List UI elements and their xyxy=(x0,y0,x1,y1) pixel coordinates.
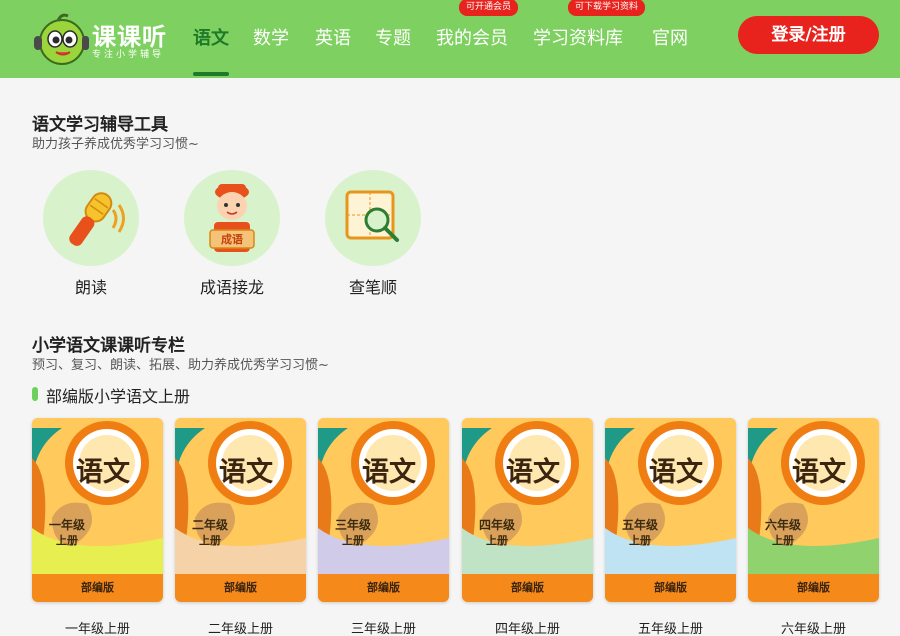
nav-math[interactable]: 数学 xyxy=(253,24,289,50)
book-title: 语文 xyxy=(362,457,416,488)
edition-heading: 部编版小学语文上册 xyxy=(46,387,191,406)
nav-membership[interactable]: 我的会员 xyxy=(436,24,508,50)
book-caption[interactable]: 五年级上册 xyxy=(605,618,736,636)
book-card[interactable]: 语文五年级上册部编版 xyxy=(605,418,736,602)
idiom-plaque-text: 成语 xyxy=(221,233,243,246)
book-caption[interactable]: 四年级上册 xyxy=(462,618,593,636)
idiom-kid-icon xyxy=(209,184,255,252)
book-edition: 部编版 xyxy=(32,574,163,602)
heading-accent-bar xyxy=(32,387,38,401)
book-edition: 部编版 xyxy=(462,574,593,602)
tool-label: 成语接龙 xyxy=(199,278,264,297)
microphone-icon xyxy=(69,192,125,246)
tool-label: 查笔顺 xyxy=(348,278,397,297)
nav-official-site[interactable]: 官网 xyxy=(652,24,688,50)
magnifier-character-icon xyxy=(345,190,399,242)
membership-badge: 可开通会员 xyxy=(459,0,519,16)
column-section-title: 小学语文课课听专栏 xyxy=(32,336,185,356)
nav-chinese[interactable]: 语文 xyxy=(193,24,229,50)
book-title: 语文 xyxy=(506,457,560,488)
tools-section-title: 语文学习辅导工具 xyxy=(32,115,168,135)
book-grade: 六年级 xyxy=(764,518,801,532)
book-volume: 上册 xyxy=(772,534,794,547)
book-caption[interactable]: 六年级上册 xyxy=(748,618,879,636)
tool-read-aloud[interactable]: 朗读 xyxy=(43,170,143,298)
nav-english[interactable]: 英语 xyxy=(315,24,351,50)
book-card[interactable]: 语文三年级上册部编版 xyxy=(318,418,449,602)
book-card[interactable]: 语文六年级上册部编版 xyxy=(748,418,879,602)
book-grade: 一年级 xyxy=(48,518,85,532)
book-volume: 上册 xyxy=(199,534,221,547)
active-tab-indicator xyxy=(193,72,229,76)
book-card[interactable]: 语文二年级上册部编版 xyxy=(175,418,306,602)
book-card[interactable]: 语文一年级上册部编版 xyxy=(32,418,163,602)
book-card[interactable]: 语文四年级上册部编版 xyxy=(462,418,593,602)
book-volume: 上册 xyxy=(629,534,651,547)
logo-tagline: 专注小学辅导 xyxy=(92,50,165,60)
tool-label: 朗读 xyxy=(74,278,107,297)
resource-badge: 可下载学习资料 xyxy=(568,0,646,16)
tool-circle xyxy=(325,170,421,266)
tool-circle: 成语 xyxy=(184,170,280,266)
book-title: 语文 xyxy=(792,457,846,488)
book-edition: 部编版 xyxy=(318,574,449,602)
book-title: 语文 xyxy=(649,457,703,488)
book-title: 语文 xyxy=(219,457,273,488)
book-grade: 三年级 xyxy=(334,518,371,532)
book-grade: 二年级 xyxy=(191,518,228,532)
nav-topics[interactable]: 专题 xyxy=(375,24,411,50)
mascot-logo-icon xyxy=(34,13,89,65)
column-section-subtitle: 预习、复习、朗读、拓展、助力养成优秀学习习惯~ xyxy=(32,358,329,373)
top-header: 课课听 专注小学辅导 语文 数学 英语 专题 我的会员 可开通会员 学习资料库 … xyxy=(0,0,900,78)
book-grade: 五年级 xyxy=(621,518,658,532)
book-grade: 四年级 xyxy=(478,518,515,532)
book-volume: 上册 xyxy=(486,534,508,547)
tool-stroke-order[interactable]: 查笔顺 xyxy=(325,170,425,298)
book-title: 语文 xyxy=(76,457,130,488)
login-register-button[interactable]: 登录/注册 xyxy=(738,16,879,54)
book-caption[interactable]: 三年级上册 xyxy=(318,618,449,636)
book-volume: 上册 xyxy=(342,534,364,547)
book-volume: 上册 xyxy=(56,534,78,547)
tool-idiom-chain[interactable]: 成语 成语接龙 xyxy=(184,170,284,298)
site-logo[interactable]: 课课听 专注小学辅导 xyxy=(30,8,170,68)
book-edition: 部编版 xyxy=(175,574,306,602)
book-edition: 部编版 xyxy=(748,574,879,602)
tool-circle xyxy=(43,170,139,266)
book-edition: 部编版 xyxy=(605,574,736,602)
nav-resource-library[interactable]: 学习资料库 xyxy=(533,24,623,50)
book-caption[interactable]: 一年级上册 xyxy=(32,618,163,636)
book-caption[interactable]: 二年级上册 xyxy=(175,618,306,636)
tools-section-subtitle: 助力孩子养成优秀学习习惯~ xyxy=(32,137,199,152)
